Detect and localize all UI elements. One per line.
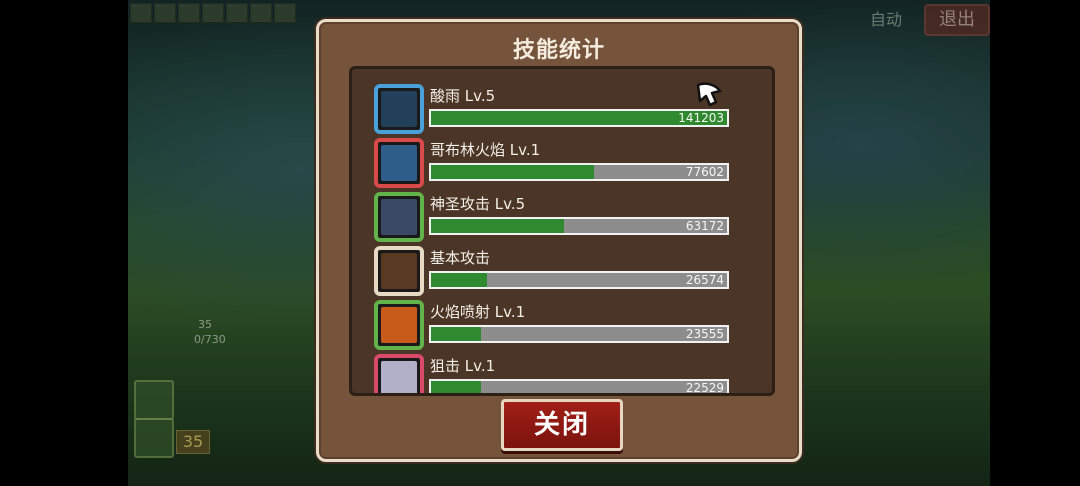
skill-row[interactable]: 神圣攻击 Lv.5 63172 (374, 192, 734, 246)
auto-toggle-label[interactable]: 自动 (870, 6, 902, 30)
pointer-cursor-icon (696, 82, 722, 107)
damage-bar-fill (431, 219, 565, 233)
toolbar-slot[interactable] (130, 3, 152, 23)
skill-name: 神圣攻击 Lv.5 (430, 195, 526, 213)
holy-attack-icon (374, 192, 424, 242)
skill-name: 酸雨 Lv.5 (430, 87, 496, 105)
dialog-title: 技能统计 (512, 38, 605, 63)
damage-bar: 26574 (429, 271, 729, 289)
skill-list[interactable]: 酸雨 Lv.5 141203 哥布林火焰 Lv.1 77602 神圣攻击 Lv.… (349, 66, 775, 396)
basic-attack-icon (374, 246, 424, 296)
toolbar-slot[interactable] (226, 3, 248, 23)
skill-row[interactable]: 狙击 Lv.1 22529 (374, 354, 734, 395)
unit-level-text: 35 (198, 318, 212, 331)
skill-name: 哥布林火焰 Lv.1 (430, 141, 541, 159)
damage-value: 22529 (685, 381, 724, 395)
skill-name: 基本攻击 (430, 249, 491, 267)
acid-rain-icon (374, 84, 424, 134)
close-button[interactable]: 关闭 (501, 399, 623, 451)
damage-bar: 22529 (429, 379, 729, 395)
damage-value: 63172 (685, 219, 724, 233)
skill-name: 火焰喷射 Lv.1 (430, 303, 526, 321)
damage-bar: 63172 (429, 217, 729, 235)
damage-value: 141203 (678, 111, 724, 125)
toolbar-slot[interactable] (154, 3, 176, 23)
skill-name: 狙击 Lv.1 (430, 357, 496, 375)
flamethrower-icon (374, 300, 424, 350)
damage-bar: 77602 (429, 163, 729, 181)
skill-stats-dialog: 技能统计 酸雨 Lv.5 141203 哥布林火焰 Lv.1 77602 神圣攻… (316, 19, 802, 462)
damage-bar-fill (431, 381, 482, 393)
toolbar-slot[interactable] (178, 3, 200, 23)
toolbar-slot[interactable] (202, 3, 224, 23)
exit-button[interactable]: 退出 (924, 4, 990, 36)
damage-value: 77602 (685, 165, 724, 179)
skill-row[interactable]: 哥布林火焰 Lv.1 77602 (374, 138, 734, 192)
level-badge: 35 (176, 430, 210, 454)
toolbar-slot[interactable] (250, 3, 272, 23)
unit-slot[interactable] (134, 418, 174, 458)
unit-hp-text: 0/730 (194, 333, 226, 346)
skill-row[interactable]: 基本攻击 26574 (374, 246, 734, 300)
snipe-icon (374, 354, 424, 393)
damage-value: 23555 (685, 327, 724, 341)
damage-bar: 141203 (429, 109, 729, 127)
damage-bar-fill (431, 273, 488, 287)
damage-bar: 23555 (429, 325, 729, 343)
damage-value: 26574 (685, 273, 724, 287)
damage-bar-fill (431, 165, 594, 179)
unit-slot[interactable] (134, 380, 174, 420)
skill-row[interactable]: 火焰喷射 Lv.1 23555 (374, 300, 734, 354)
goblin-flame-icon (374, 138, 424, 188)
skill-row[interactable]: 酸雨 Lv.5 141203 (374, 84, 734, 138)
damage-bar-fill (431, 327, 482, 341)
toolbar-slot[interactable] (274, 3, 296, 23)
